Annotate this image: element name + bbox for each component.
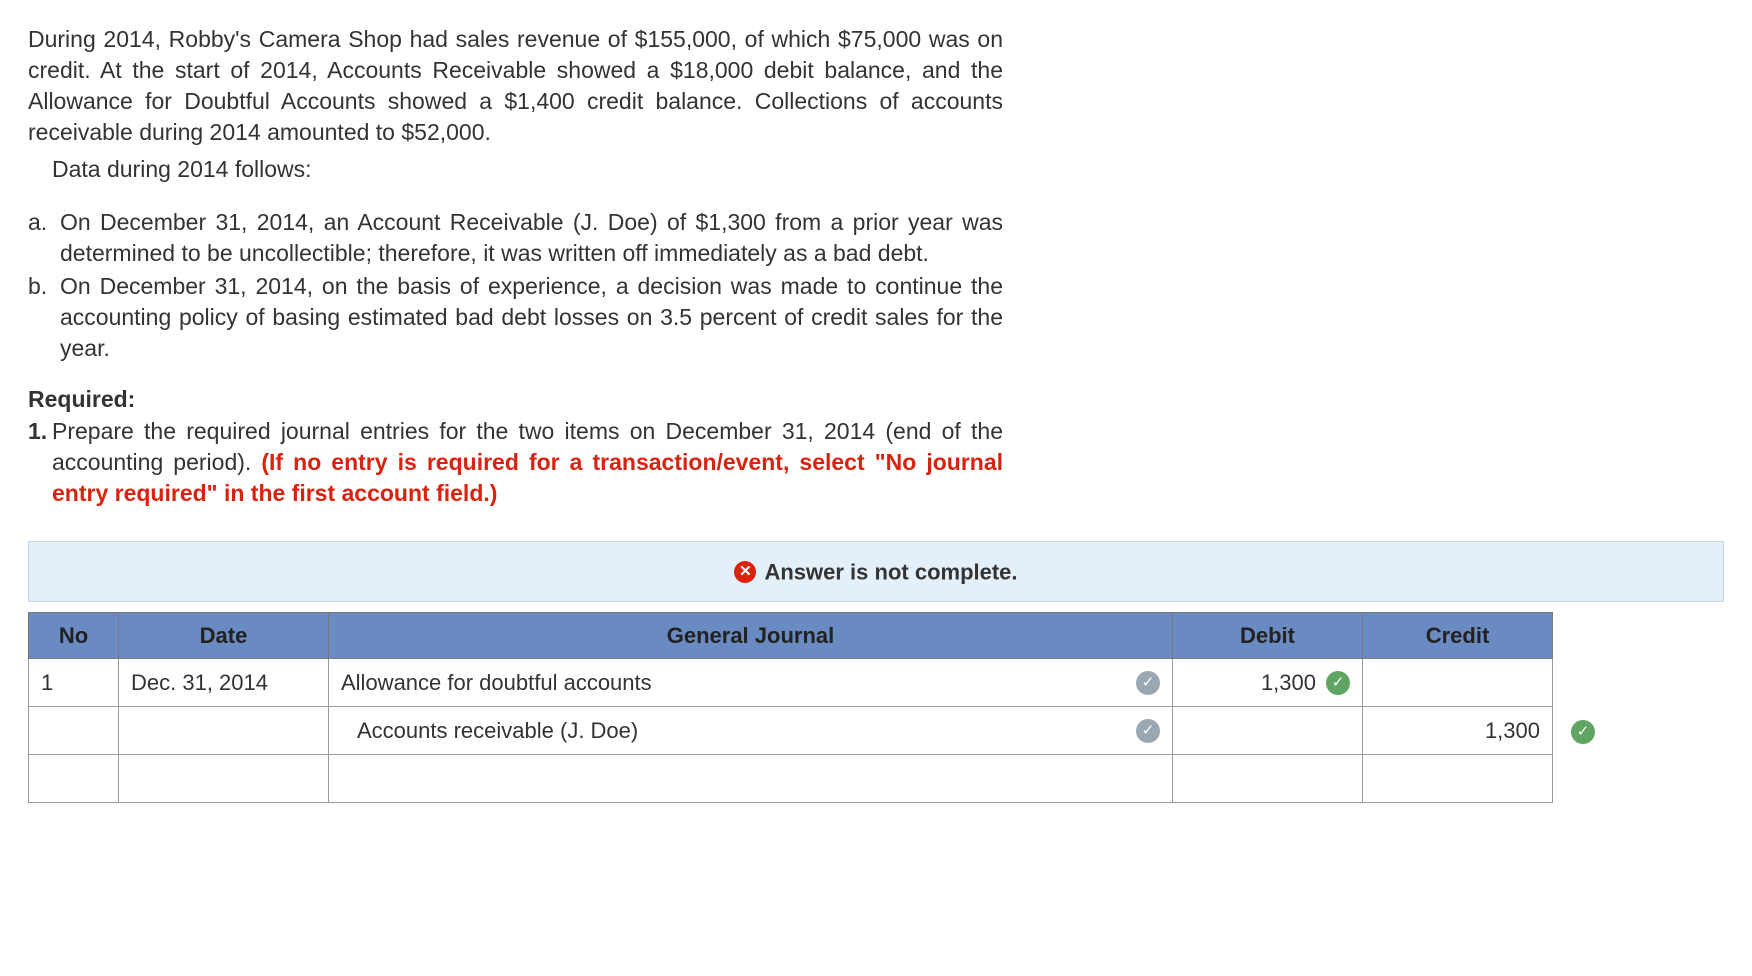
- required-item: 1. Prepare the required journal entries …: [28, 416, 1003, 509]
- required-label: Required:: [28, 384, 1003, 415]
- data-follows-text: Data during 2014 follows:: [28, 154, 1003, 185]
- intro-text: During 2014, Robby's Camera Shop had sal…: [28, 24, 1003, 148]
- cell-debit[interactable]: 1,300 ✓: [1173, 659, 1363, 707]
- list-body: On December 31, 2014, on the basis of ex…: [60, 271, 1003, 364]
- cell-no[interactable]: 1: [29, 659, 119, 707]
- list-item: a.On December 31, 2014, an Account Recei…: [28, 207, 1003, 269]
- cell-debit[interactable]: [1173, 755, 1363, 803]
- cell-general-journal[interactable]: Accounts receivable (J. Doe) ✓: [329, 707, 1173, 755]
- cell-credit[interactable]: [1363, 755, 1553, 803]
- check-icon: ✓: [1326, 671, 1350, 695]
- header-debit: Debit: [1173, 612, 1363, 659]
- cell-date[interactable]: [119, 755, 329, 803]
- credit-value: 1,300: [1485, 718, 1540, 743]
- header-no: No: [29, 612, 119, 659]
- header-general-journal: General Journal: [329, 612, 1173, 659]
- outside-check-cell: ✓: [1553, 707, 1608, 755]
- status-bar: ✕ Answer is not complete.: [28, 541, 1724, 602]
- cell-general-journal[interactable]: [329, 755, 1173, 803]
- cell-general-journal[interactable]: Allowance for doubtful accounts ✓: [329, 659, 1173, 707]
- list-item: b.On December 31, 2014, on the basis of …: [28, 271, 1003, 364]
- account-text: Accounts receivable (J. Doe): [357, 716, 638, 746]
- list-body: On December 31, 2014, an Account Receiva…: [60, 207, 1003, 269]
- check-icon: ✓: [1136, 671, 1160, 695]
- cell-credit[interactable]: 1,300: [1363, 707, 1553, 755]
- cell-no[interactable]: [29, 707, 119, 755]
- items-list: a.On December 31, 2014, an Account Recei…: [28, 207, 1003, 364]
- required-body: Prepare the required journal entries for…: [52, 416, 1003, 509]
- table-row: [29, 755, 1608, 803]
- debit-value: 1,300: [1261, 668, 1316, 698]
- outside-check-cell: [1553, 755, 1608, 803]
- cell-date[interactable]: [119, 707, 329, 755]
- answer-area: ✕ Answer is not complete. No Date General…: [28, 541, 1724, 804]
- list-marker: a.: [28, 207, 60, 269]
- cell-debit[interactable]: [1173, 707, 1363, 755]
- cell-date[interactable]: Dec. 31, 2014: [119, 659, 329, 707]
- list-marker: b.: [28, 271, 60, 364]
- journal-table: No Date General Journal Debit Credit 1De…: [28, 612, 1608, 804]
- table-row: Accounts receivable (J. Doe) ✓ 1,300 ✓: [29, 707, 1608, 755]
- cell-credit[interactable]: [1363, 659, 1553, 707]
- required-marker: 1.: [28, 416, 52, 509]
- status-text: Answer is not complete.: [764, 559, 1017, 584]
- question-block: During 2014, Robby's Camera Shop had sal…: [28, 24, 1003, 509]
- cell-no[interactable]: [29, 755, 119, 803]
- check-icon: ✓: [1136, 719, 1160, 743]
- account-text: Allowance for doubtful accounts: [341, 668, 652, 698]
- check-icon: ✓: [1571, 720, 1595, 744]
- header-date: Date: [119, 612, 329, 659]
- table-row: 1Dec. 31, 2014Allowance for doubtful acc…: [29, 659, 1608, 707]
- outside-check-cell: [1553, 659, 1608, 707]
- header-credit: Credit: [1363, 612, 1553, 659]
- error-icon: ✕: [734, 561, 756, 583]
